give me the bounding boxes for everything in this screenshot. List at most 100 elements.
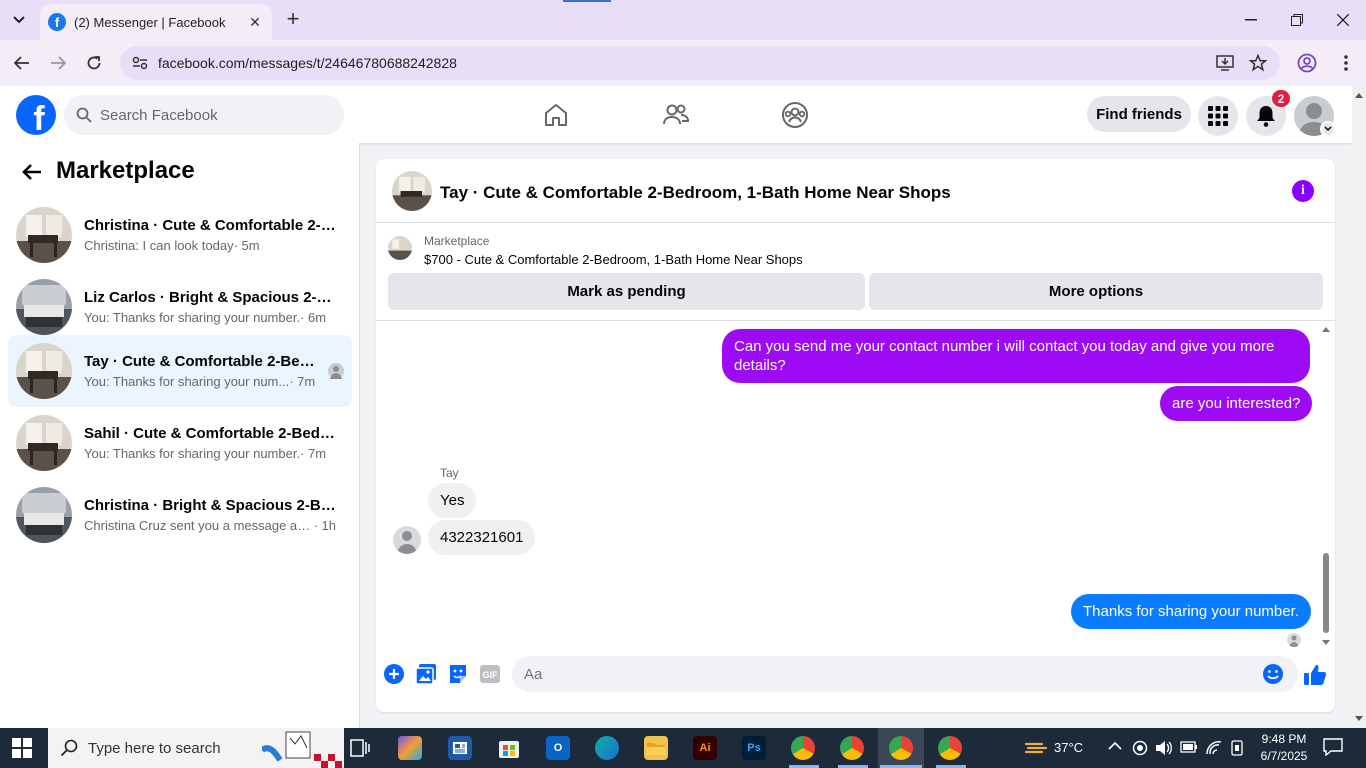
sticker-icon[interactable] [447, 663, 469, 685]
recording-icon[interactable] [1132, 740, 1148, 759]
listing-banner-thumbnail[interactable] [388, 236, 412, 260]
more-options-button[interactable]: More options [869, 273, 1323, 310]
page-scrollbar[interactable] [1352, 86, 1366, 728]
friends-icon[interactable] [661, 100, 691, 130]
close-window-icon[interactable] [1331, 8, 1355, 32]
illustrator-icon[interactable]: Ai [693, 736, 717, 760]
facebook-logo[interactable]: f [16, 95, 56, 135]
listing-banner: Marketplace $700 - Cute & Comfortable 2-… [376, 223, 1335, 321]
network-icon[interactable] [1205, 740, 1223, 759]
home-icon[interactable] [541, 100, 571, 130]
taskbar-search-box[interactable]: Type here to search [48, 728, 344, 768]
account-chevron-down-icon[interactable] [1320, 121, 1336, 137]
task-view-icon[interactable] [348, 736, 372, 760]
gif-icon[interactable]: GIF [479, 663, 501, 685]
browser-tabstrip: f (2) Messenger | Facebook ✕ + [0, 0, 1366, 40]
message-input[interactable] [512, 656, 1298, 692]
chrome-profile-2-icon[interactable] [840, 736, 864, 760]
facebook-favicon-icon: f [48, 13, 66, 31]
phone-link-icon[interactable] [1229, 740, 1245, 759]
chat-panel: Tay · Cute & Comfortable 2-Bedroom, 1-Ba… [376, 159, 1335, 712]
install-app-icon[interactable] [1212, 50, 1238, 76]
url-text: facebook.com/messages/t/2464678068824282… [158, 55, 457, 71]
find-friends-button[interactable]: Find friends [1087, 96, 1191, 132]
windows-start-icon[interactable] [12, 738, 32, 758]
site-info-icon[interactable] [130, 53, 150, 73]
sidebar-title: Marketplace [56, 157, 195, 184]
conversation-name: Liz Carlos · Bright & Spacious 2-Be... [84, 289, 336, 306]
copilot-icon[interactable] [398, 736, 422, 760]
facebook-logo-letter: f [33, 100, 45, 135]
notification-center-icon[interactable] [1323, 738, 1343, 759]
facebook-header: f Search Facebook Find friends [0, 86, 1352, 143]
message-bubble-outgoing: Can you send me your contact number i wi… [722, 329, 1310, 383]
photoshop-icon[interactable]: Ps [742, 736, 766, 760]
conversation-item[interactable]: Christina · Bright & Spacious 2-Be... Ch… [8, 479, 352, 551]
conversation-item-active[interactable]: Tay · Cute & Comfortable 2-Bed... You: T… [8, 335, 352, 407]
conversation-item[interactable]: Liz Carlos · Bright & Spacious 2-Be... Y… [8, 271, 352, 343]
conversation-snippet: You: Thanks for sharing your number. [84, 310, 301, 325]
tab-title: (2) Messenger | Facebook [74, 14, 226, 30]
chrome-profile-1-icon[interactable] [791, 736, 815, 760]
clock-date[interactable]: 6/7/2025 [1252, 749, 1316, 763]
conversation-item[interactable]: Christina · Cute & Comfortable 2-B... Ch… [8, 199, 352, 271]
restore-icon[interactable] [1285, 8, 1309, 32]
conversation-time: · 6m [300, 310, 327, 325]
conversation-item[interactable]: Sahil · Cute & Comfortable 2-Bedr... You… [8, 407, 352, 479]
minimize-icon[interactable] [1239, 8, 1263, 32]
clock-time[interactable]: 9:48 PM [1252, 732, 1316, 746]
address-bar[interactable]: facebook.com/messages/t/2464678068824282… [120, 46, 1280, 80]
menu-grid-icon[interactable] [1198, 96, 1238, 136]
facebook-search-input[interactable]: Search Facebook [64, 95, 344, 135]
weather-icon[interactable] [1024, 736, 1048, 760]
back-arrow-icon[interactable] [9, 50, 35, 76]
battery-icon[interactable] [1180, 741, 1198, 756]
message-bubble-outgoing: Thanks for sharing your number. [1071, 594, 1311, 629]
sender-name: Tay [440, 466, 459, 480]
listing-title[interactable]: $700 - Cute & Comfortable 2-Bedroom, 1-B… [424, 252, 803, 267]
tab-close-icon[interactable]: ✕ [246, 14, 264, 31]
conversation-name: Tay · Cute & Comfortable 2-Bed... [84, 353, 320, 370]
notification-count-badge: 2 [1271, 89, 1291, 108]
chat-header: Tay · Cute & Comfortable 2-Bedroom, 1-Ba… [376, 159, 1335, 223]
kebab-menu-icon[interactable] [1333, 50, 1359, 76]
mark-as-pending-button[interactable]: Mark as pending [388, 273, 865, 310]
back-arrow-icon[interactable] [20, 160, 44, 184]
tab-list-chevron-icon[interactable] [8, 9, 30, 31]
volume-icon[interactable] [1155, 740, 1173, 759]
chat-listing-thumbnail[interactable] [392, 171, 432, 211]
conversation-name: Christina · Cute & Comfortable 2-B... [84, 217, 336, 234]
edge-browser-icon[interactable] [595, 736, 619, 760]
conversation-time: · 5m [233, 238, 260, 253]
listing-thumbnail [16, 487, 72, 543]
message-list: Can you send me your contact number i wi… [376, 321, 1335, 651]
reload-icon[interactable] [81, 50, 107, 76]
message-scrollbar-thumb[interactable] [1323, 553, 1329, 633]
outlook-icon[interactable]: O [546, 736, 570, 760]
news-app-icon[interactable] [448, 736, 472, 760]
bookmark-star-icon[interactable] [1245, 50, 1271, 76]
conversation-snippet: You: Thanks for sharing your number. [84, 446, 301, 461]
microsoft-store-icon[interactable] [497, 736, 521, 760]
chrome-profile-3-icon[interactable] [889, 736, 913, 760]
conversation-name: Christina · Bright & Spacious 2-Be... [84, 497, 336, 514]
browser-tab[interactable]: f (2) Messenger | Facebook ✕ [40, 4, 272, 40]
message-bubble-incoming: 4322321601 [428, 520, 536, 555]
file-explorer-icon[interactable] [644, 736, 668, 760]
new-tab-plus-icon[interactable]: + [282, 8, 304, 30]
thumbs-up-icon[interactable] [1302, 662, 1328, 688]
groups-icon[interactable] [780, 100, 810, 130]
photo-icon[interactable] [415, 663, 437, 685]
message-scrollbar[interactable] [1321, 323, 1331, 649]
plus-circle-icon[interactable] [383, 663, 405, 685]
sender-avatar[interactable] [393, 526, 421, 554]
tray-chevron-up-icon[interactable] [1108, 738, 1122, 754]
forward-arrow-icon[interactable] [45, 50, 71, 76]
profile-icon[interactable] [1294, 50, 1320, 76]
search-placeholder: Search Facebook [100, 106, 218, 124]
emoji-icon[interactable] [1262, 663, 1284, 685]
chrome-profile-4-icon[interactable] [938, 736, 962, 760]
search-icon [76, 107, 92, 123]
info-icon[interactable]: i [1292, 180, 1314, 202]
chat-title[interactable]: Tay · Cute & Comfortable 2-Bedroom, 1-Ba… [440, 183, 951, 203]
